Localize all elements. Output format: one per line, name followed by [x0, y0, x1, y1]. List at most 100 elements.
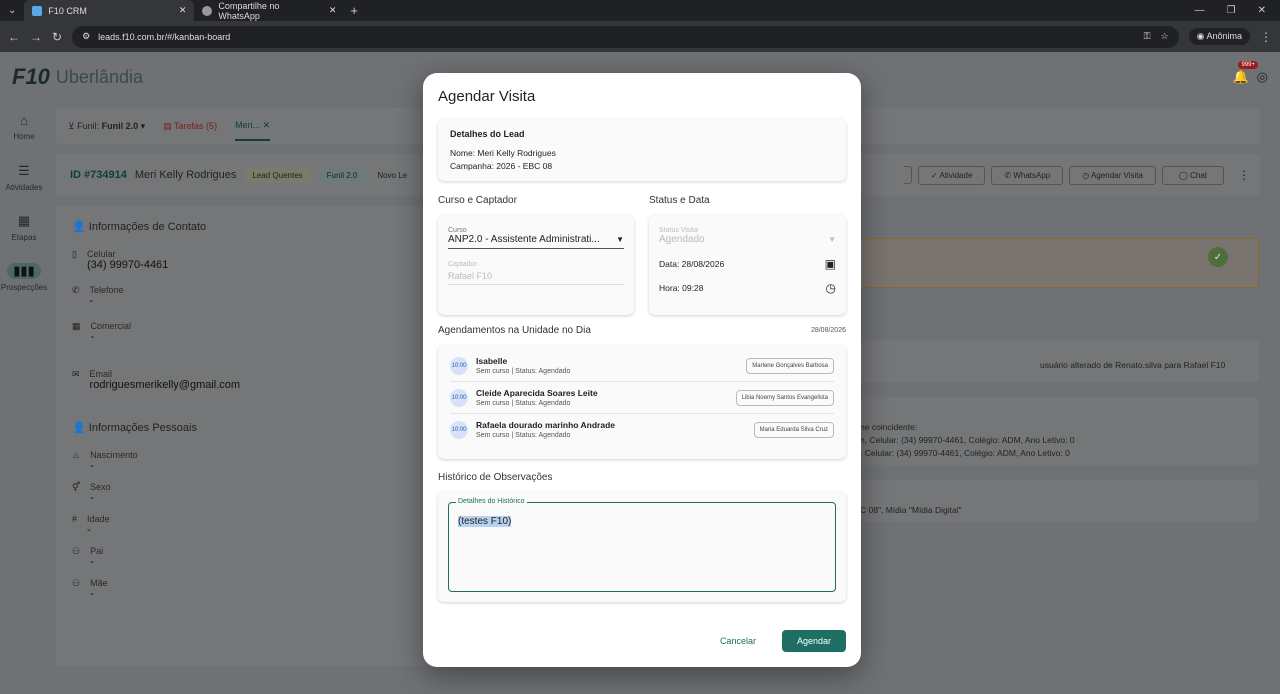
field-value: - — [89, 295, 94, 307]
tab-lead[interactable]: Meri... ✕ — [235, 120, 271, 141]
clock-icon: ◷ — [1082, 170, 1090, 180]
browser-tab-whatsapp[interactable]: Compartilhe no WhatsApp ✕ — [194, 0, 344, 21]
hash-icon: # — [72, 514, 78, 524]
history-title: Histórico de Observações — [438, 472, 553, 483]
close-window-icon[interactable]: ✕ — [1258, 5, 1266, 16]
time-badge: 10:00 — [450, 356, 468, 375]
date-field[interactable]: Data: 28/08/2026 ▣ — [659, 257, 836, 271]
bell-icon[interactable]: 🔔 — [1232, 69, 1248, 85]
status-label: Status Visita — [659, 227, 698, 234]
browser-tab-f10[interactable]: F10 CRM ✕ — [24, 0, 195, 21]
consultant-chip[interactable]: Libia Noemy Santos Evangelista — [735, 389, 834, 406]
menu-kebab-icon[interactable]: ⋮ — [1260, 30, 1272, 44]
button-label: Chat — [1190, 170, 1207, 180]
clock-icon[interactable]: ◷ — [826, 281, 836, 295]
consultant-chip[interactable]: Marlene Gonçalves Barbosa — [746, 357, 834, 374]
appointments-title: Agendamentos na Unidade no Dia — [438, 325, 591, 336]
lead-name-line: Nome: Meri Kelly Rodrigues — [450, 148, 556, 158]
funnel-selector[interactable]: ⊻ Funil: Funil 2.0 ▾ — [68, 121, 145, 132]
home-icon: ⌂ — [20, 113, 28, 128]
reload-icon[interactable]: ↻ — [52, 30, 62, 44]
tag-chip[interactable]: Funil 2.0 — [318, 167, 366, 183]
tab-search-icon[interactable]: ⌄ — [0, 5, 24, 16]
appointment-info: Sem curso | Status: Agendado — [476, 368, 571, 375]
dialog-title: Agendar Visita — [438, 88, 536, 105]
action-button-placeholder[interactable] — [904, 166, 912, 184]
appointment-name: Cleide Aparecida Soares Leite — [476, 388, 598, 398]
restore-icon[interactable]: ❐ — [1227, 5, 1236, 16]
side-navigation: ⌂ Home ☰ Atividades ▦ Etapas ▮▮▮ Prospecções — [0, 102, 48, 302]
nav-home[interactable]: ⌂ Home — [0, 102, 48, 152]
chat-button[interactable]: ◯ Chat — [1161, 165, 1224, 185]
check-circle-icon: ✓ — [1208, 247, 1228, 267]
forward-icon[interactable]: → — [30, 30, 42, 44]
tab-tarefas[interactable]: ▤ Tarefas (5) — [163, 121, 217, 132]
consultant-chip[interactable]: Maria Eduarda Silva Cruz — [753, 421, 834, 438]
time-badge: 10:00 — [450, 388, 468, 407]
nav-atividades[interactable]: ☰ Atividades — [0, 152, 48, 202]
history-field-label: Detalhes do Histórico — [456, 498, 527, 505]
key-icon[interactable]: ⚿ — [1144, 31, 1151, 42]
checklist-icon: ☰ — [18, 162, 30, 178]
history-text: , Celular: (34) 99970-4461, Colégio: ADM… — [860, 448, 1070, 458]
address-bar[interactable]: ⚙ leads.f10.com.br/#/kanban-board ⚿ ☆ — [72, 25, 1179, 48]
calendar-icon: ▤ — [163, 120, 172, 131]
time-field[interactable]: Hora: 09:28 ◷ — [659, 281, 836, 295]
list-item: 10:00 Isabelle Sem curso | Status: Agenda… — [450, 350, 834, 382]
appointment-info: Sem curso | Status: Agendado — [476, 432, 571, 439]
status-section-title: Status e Data — [649, 195, 710, 206]
agendar-visita-dialog: Agendar Visita Detalhes do Lead Nome: Me… — [423, 73, 861, 667]
tasks-label: Tarefas (5) — [174, 120, 218, 131]
agendar-visita-button[interactable]: ◷ Agendar Visita — [1069, 165, 1156, 185]
building-icon: ▦ — [72, 321, 81, 331]
tag-chip[interactable]: Lead Quentes — [244, 167, 311, 183]
field-label: Celular — [86, 249, 116, 259]
activity-icon: ✓ — [931, 170, 938, 180]
site-info-icon[interactable]: ⚙ — [82, 31, 90, 42]
appointment-name: Rafaela dourado marinho Andrade — [476, 420, 616, 430]
button-label: WhatsApp — [1013, 170, 1051, 180]
back-icon[interactable]: ← — [8, 30, 20, 44]
f10-favicon-icon — [32, 5, 43, 16]
close-tab-icon[interactable]: ✕ — [329, 5, 337, 16]
nav-prospeccoes[interactable]: ▮▮▮ Prospecções — [0, 252, 48, 302]
agendar-button[interactable]: Agendar — [781, 630, 846, 652]
tag-chip[interactable]: Novo Le — [373, 168, 411, 183]
cancel-button[interactable]: Cancelar — [712, 631, 764, 651]
history-textarea[interactable]: Detalhes do Histórico (testes F10) — [448, 498, 836, 592]
close-tab-icon[interactable]: ✕ — [179, 5, 187, 16]
history-text: C 08", Mídia "Mídia Digital" — [860, 505, 962, 515]
lead-id: ID #734914 — [70, 169, 127, 181]
new-tab-icon[interactable]: + — [344, 3, 364, 18]
nav-label: Prospecções — [0, 282, 48, 292]
family-icon: ⚇ — [72, 578, 81, 588]
incognito-badge[interactable]: ◉ Anônima — [1188, 28, 1250, 45]
field-label: Comercial — [90, 321, 132, 331]
nav-etapas[interactable]: ▦ Etapas — [0, 202, 48, 252]
minimize-icon[interactable]: — — [1195, 5, 1205, 16]
bookmark-star-icon[interactable]: ☆ — [1161, 31, 1169, 42]
course-value: ANP2.0 - Assistente Administrati... — [448, 234, 600, 245]
url-text: leads.f10.com.br/#/kanban-board — [98, 31, 231, 42]
phone-icon: ✆ — [1004, 170, 1012, 180]
more-options-icon[interactable]: ⋮ — [1238, 168, 1250, 182]
field-value: - — [90, 556, 94, 568]
atividade-button[interactable]: ✓ Atividade — [918, 165, 986, 185]
account-icon[interactable]: ◎ — [1257, 69, 1268, 85]
field-value: - — [90, 588, 94, 600]
history-item: ne coincidente: n, Celular: (34) 99970-4… — [850, 397, 1259, 465]
calendar-icon[interactable]: ▣ — [825, 257, 836, 271]
nav-label: Atividades — [5, 182, 43, 192]
course-label: Curso — [448, 227, 467, 234]
cake-icon: ♨ — [72, 450, 81, 460]
close-icon[interactable]: ✕ — [263, 120, 271, 130]
course-select[interactable]: Curso ANP2.0 - Assistente Administrati..… — [448, 227, 624, 249]
history-item: C 08", Mídia "Mídia Digital" — [850, 480, 1259, 522]
lead-name: Meri Kelly Rodrigues — [134, 169, 237, 181]
history-text: usuário alterado de Renato.silva para Ra… — [1040, 360, 1226, 370]
whatsapp-button[interactable]: ✆ WhatsApp — [991, 165, 1064, 185]
person-icon: 👤 — [72, 422, 86, 434]
field-label: Idade — [87, 514, 110, 524]
history-card: Detalhes do Histórico (testes F10) — [438, 492, 846, 602]
appointments-list: 10:00 Isabelle Sem curso | Status: Agenda… — [438, 345, 846, 459]
